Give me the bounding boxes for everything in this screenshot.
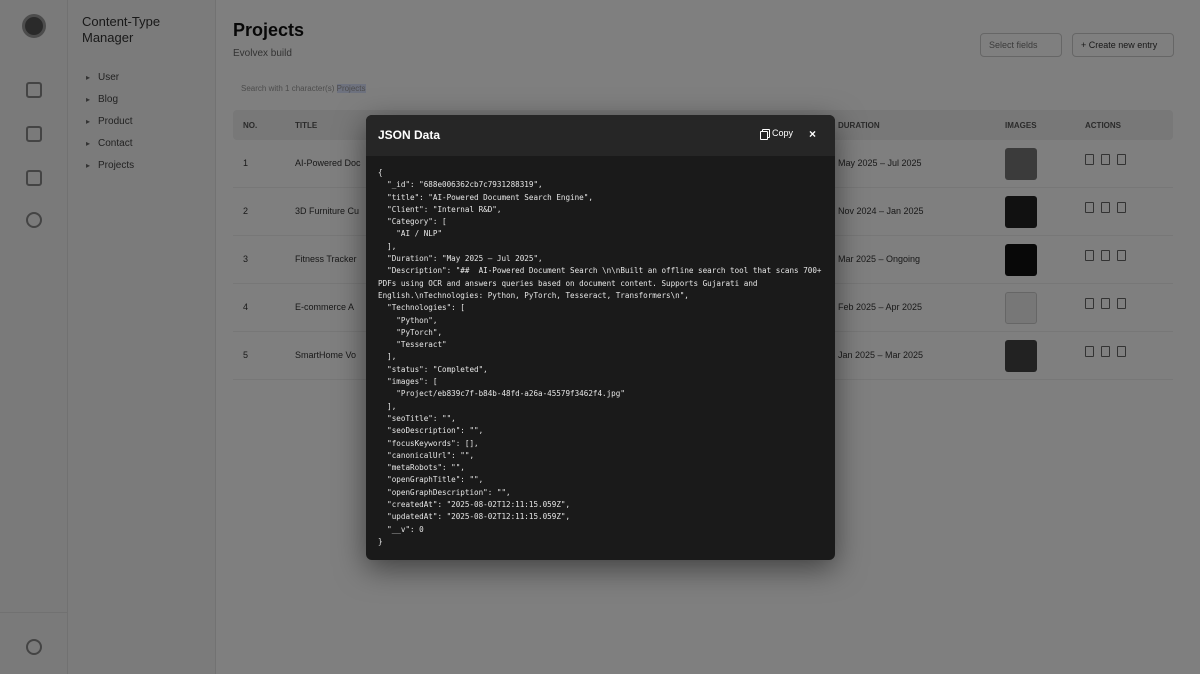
modal-title: JSON Data [378,128,441,142]
close-icon[interactable]: × [809,127,816,141]
copy-icon [760,128,770,140]
json-content: { "_id": "688e006362cb7c7931288319", "ti… [378,168,822,546]
copy-button[interactable]: Copy [760,128,794,140]
modal-header: JSON Data Copy × [366,115,835,156]
copy-button-label: Copy [772,128,794,138]
json-data-modal: JSON Data Copy × { "_id": "688e006362cb7… [366,115,835,560]
